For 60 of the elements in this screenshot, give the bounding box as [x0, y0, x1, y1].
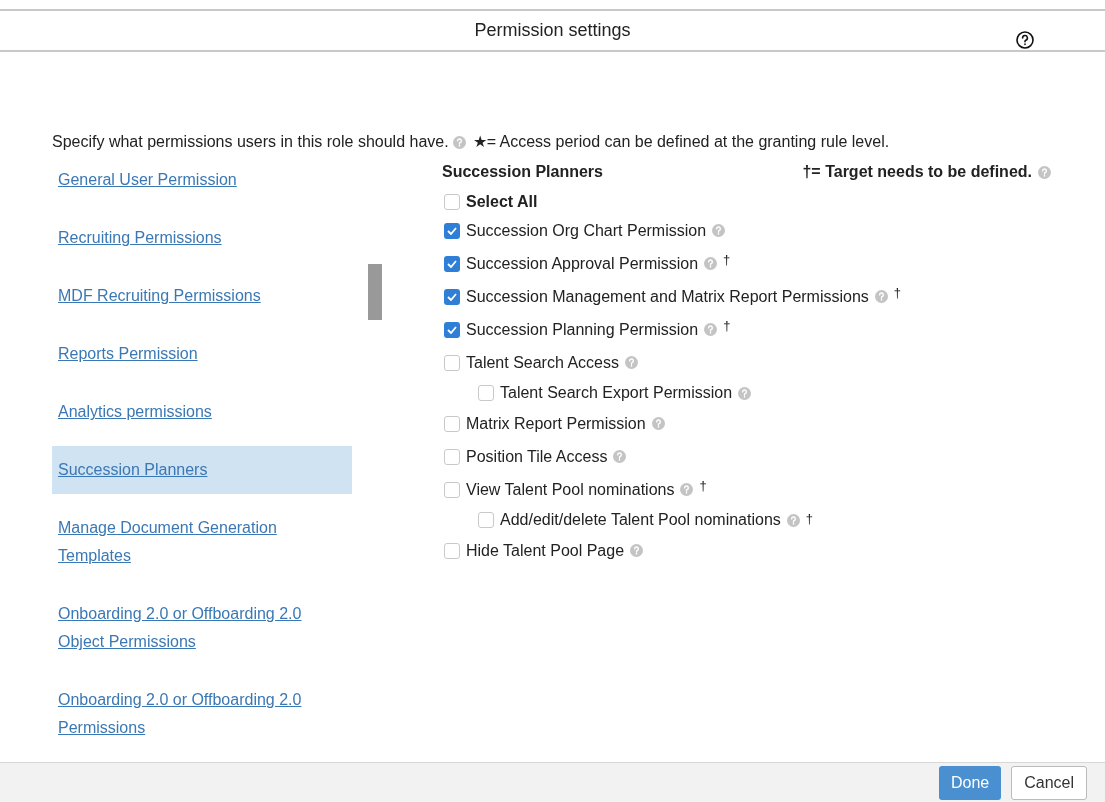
checkbox[interactable] [444, 321, 460, 338]
checkbox[interactable] [478, 385, 494, 402]
nav-item[interactable]: Succession Planners [52, 446, 352, 495]
checkbox[interactable] [444, 542, 460, 559]
checkbox[interactable] [444, 354, 460, 371]
nav-link[interactable]: MDF Recruiting Permissions [58, 282, 346, 311]
checkbox[interactable] [444, 288, 460, 305]
target-mark: † [723, 251, 731, 270]
checkbox[interactable] [444, 415, 460, 432]
permission-label: Succession Approval Permission [466, 253, 699, 274]
target-mark: † [723, 317, 731, 336]
star-note: ★= Access period can be defined at the granting rule level. [472, 132, 890, 153]
nav-link[interactable]: General User Permission [58, 166, 346, 195]
nav-item[interactable]: Onboarding 2.0 or Offboarding 2.0 Permissions [52, 676, 352, 753]
nav-link[interactable]: Onboarding 2.0 or Offboarding 2.0 Permissions [58, 686, 346, 743]
target-mark: † [699, 477, 707, 496]
nav-link[interactable]: Reports Permission [58, 340, 346, 369]
nav-item[interactable]: Analytics permissions [52, 388, 352, 437]
checkbox[interactable] [444, 222, 460, 239]
checkmark-icon [447, 292, 457, 301]
scrollbar-thumb[interactable] [368, 264, 382, 321]
nav-link[interactable]: Onboarding 2.0 or Offboarding 2.0 Object Permissions [58, 600, 346, 657]
checkmark-icon [447, 226, 457, 235]
nav-item[interactable]: Reports Permission [52, 330, 352, 379]
checkmark-icon [447, 325, 457, 334]
checkbox[interactable] [478, 512, 494, 529]
target-mark: † [893, 284, 902, 303]
panel-title: Succession Planners [442, 162, 603, 183]
checkbox[interactable] [444, 448, 460, 465]
checkbox[interactable] [444, 481, 460, 498]
nav-item[interactable]: General User Permission [52, 156, 352, 205]
permission-label: Succession Org Chart Permission [466, 220, 707, 241]
permission-label: Position Tile Access [466, 446, 608, 467]
nav-item[interactable]: Onboarding 2.0 or Offboarding 2.0 Object Permissions [52, 590, 352, 667]
nav-link[interactable]: Analytics permissions [58, 398, 346, 427]
target-mark: † [805, 510, 814, 529]
nav-item[interactable]: Manage Document Generation Templates [52, 504, 352, 581]
nav-link[interactable]: Recruiting Permissions [58, 224, 346, 253]
nav-item[interactable]: MDF Recruiting Permissions [52, 272, 352, 321]
nav-item[interactable]: Recruiting Permissions [52, 214, 352, 263]
nav-link[interactable]: Manage Document Generation Templates [58, 514, 346, 571]
select-all-label: Select All [466, 192, 538, 213]
cancel-button[interactable]: Cancel [1011, 765, 1087, 800]
intro-text: Specify what permissions users in this role should have. [52, 132, 449, 153]
nav-link[interactable]: Succession Planners [58, 456, 346, 485]
permission-label: Succession Planning Permission [466, 319, 699, 340]
permission-label: Matrix Report Permission [466, 413, 646, 434]
permission-label: Add/edit/delete Talent Pool nominations [500, 510, 781, 531]
permission-label: Succession Management and Matrix Report Permissions [466, 286, 869, 307]
help-icon[interactable] [1016, 31, 1034, 50]
checkmark-icon [447, 259, 457, 268]
permission-label: View Talent Pool nominations [466, 479, 675, 500]
checkbox[interactable] [444, 194, 460, 211]
permission-label: Hide Talent Pool Page [466, 540, 625, 561]
done-button[interactable]: Done [938, 765, 1002, 800]
dialog-title: Permission settings [474, 19, 631, 43]
target-note: †= Target needs to be defined. [802, 162, 1032, 183]
permission-label: Talent Search Export Permission [500, 383, 733, 404]
permission-label: Talent Search Access [466, 352, 619, 373]
checkbox[interactable] [444, 255, 460, 272]
